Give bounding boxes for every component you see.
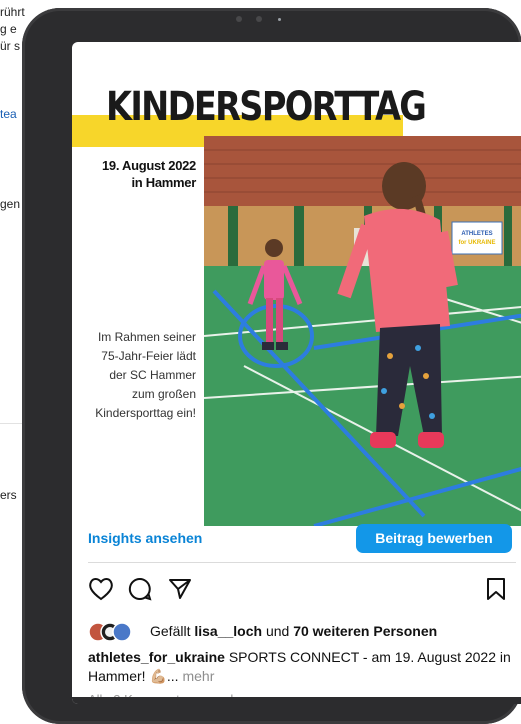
sensor-icon — [256, 16, 262, 22]
flyer-location-line: in Hammer — [131, 175, 197, 190]
share-icon[interactable] — [168, 577, 192, 601]
flexed-arm-emoji: 💪🏼 — [149, 668, 167, 684]
bookmark-icon[interactable] — [486, 577, 510, 601]
bg-text-fragment: gen — [0, 197, 21, 211]
caption-ellipsis: ... — [166, 668, 183, 684]
flyer-description: Im Rahmen seiner 75-Jahr-Feier lädt der … — [72, 328, 196, 423]
comment-icon[interactable] — [128, 577, 152, 601]
description-line: Kindersporttag ein! — [95, 406, 196, 420]
view-insights-link[interactable]: Insights ansehen — [88, 530, 202, 546]
description-line: der SC Hammer — [109, 368, 196, 382]
caption-more-link[interactable]: mehr — [182, 668, 214, 684]
post-action-row: Insights ansehen Beitrag bewerben — [72, 522, 521, 554]
description-line: zum großen — [131, 387, 196, 401]
liker-avatars — [88, 622, 146, 642]
tablet-frame: KINDERSPORTTAG 19. August 2022 in Hammer… — [22, 8, 521, 724]
flyer-title: KINDERSPORTTAG — [106, 84, 427, 130]
likes-summary[interactable]: Gefällt lisa__loch und 70 weiteren Perso… — [88, 621, 521, 643]
bg-link-fragment[interactable]: tea — [0, 107, 17, 121]
promote-post-button[interactable]: Beitrag bewerben — [356, 524, 512, 553]
post-caption: athletes_for_ukraine SPORTS CONNECT - am… — [88, 648, 514, 686]
indicator-dot — [278, 18, 281, 21]
heart-icon[interactable] — [88, 577, 113, 601]
likes-count[interactable]: 70 weiteren Personen — [293, 623, 437, 639]
screen-bottom-edge — [72, 697, 521, 704]
camera-icon — [236, 16, 242, 22]
likes-prefix: Gefällt — [150, 623, 195, 639]
post-image[interactable]: KINDERSPORTTAG 19. August 2022 in Hammer… — [72, 54, 521, 526]
instagram-post-screen: KINDERSPORTTAG 19. August 2022 in Hammer… — [72, 42, 521, 704]
bg-text-fragment: ers — [0, 488, 17, 502]
bg-text-fragment: ür s — [0, 39, 21, 53]
bg-text-fragment: g e — [0, 22, 17, 36]
flyer-date: 19. August 2022 in Hammer — [72, 157, 196, 191]
likes-text: Gefällt lisa__loch und 70 weiteren Perso… — [150, 621, 437, 641]
caption-username[interactable]: athletes_for_ukraine — [88, 649, 225, 665]
likes-conjunction: und — [262, 623, 294, 639]
svg-text:ATHLETES: ATHLETES — [461, 231, 492, 237]
gym-photo: ATHLETES for UKRAINE — [204, 136, 521, 526]
flyer-date-line: 19. August 2022 — [101, 158, 196, 173]
svg-text:for UKRAINE: for UKRAINE — [459, 240, 496, 246]
divider — [88, 562, 516, 563]
description-line: Im Rahmen seiner — [97, 330, 196, 344]
description-line: 75-Jahr-Feier lädt — [101, 349, 196, 363]
bg-text-fragment: rührt — [0, 5, 25, 19]
liker-username[interactable]: lisa__loch — [194, 623, 262, 639]
